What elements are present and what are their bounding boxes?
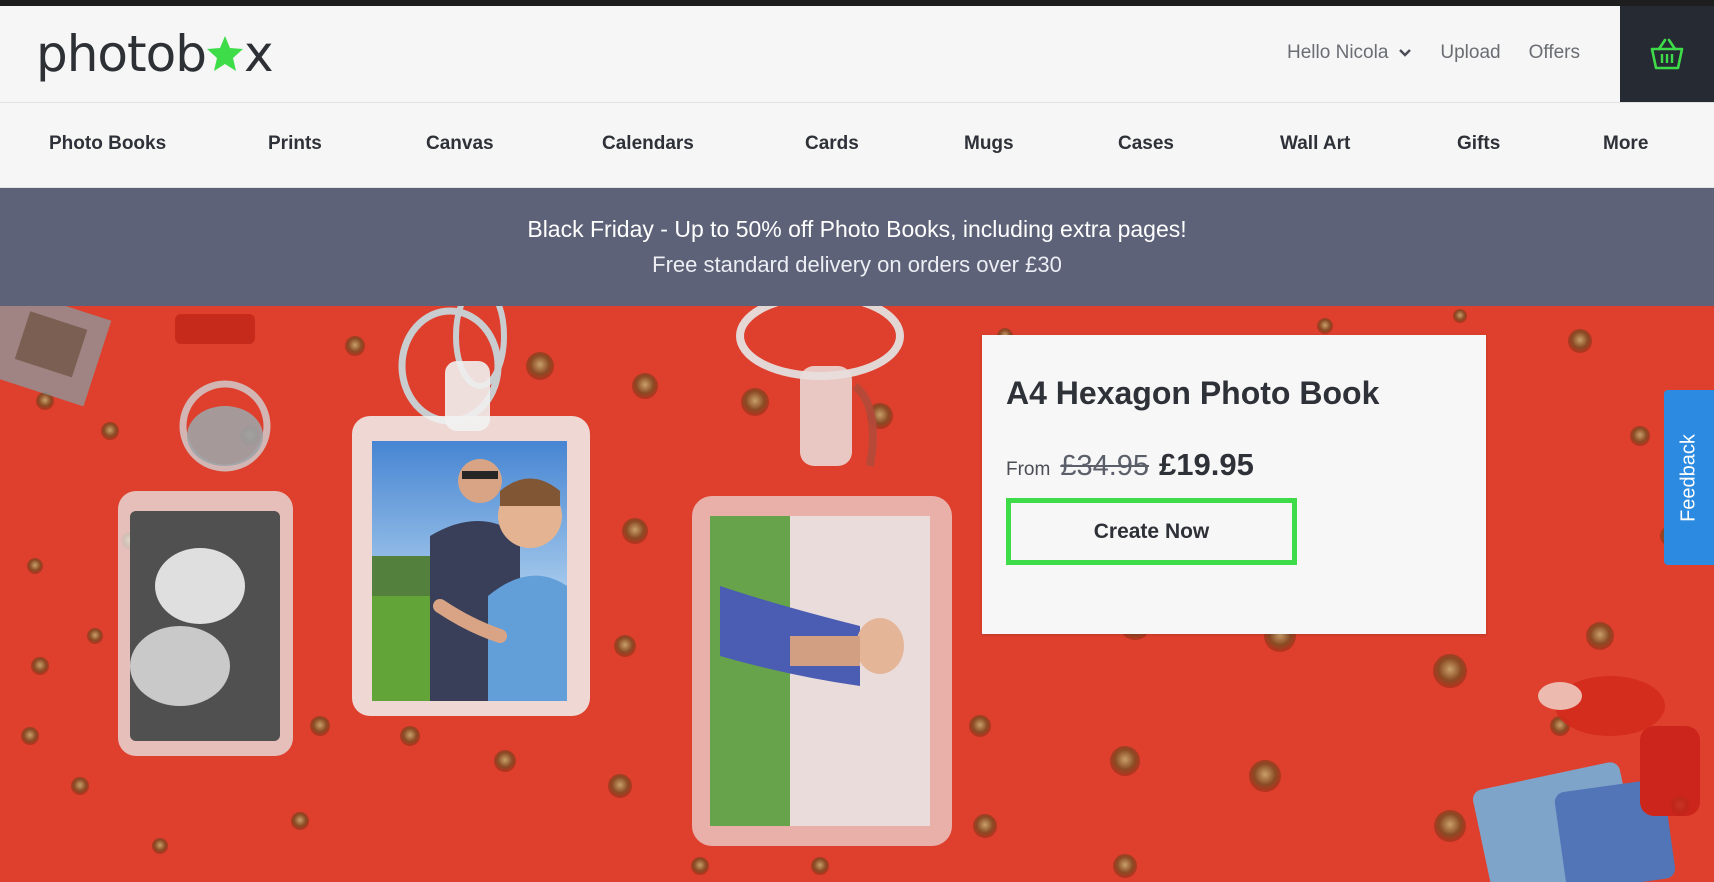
create-now-button[interactable]: Create Now [1006,498,1297,565]
nav-cases[interactable]: Cases [1118,133,1174,155]
product-card: A4 Hexagon Photo Book From £34.95 £19.95… [982,335,1486,634]
promo-headline: Black Friday - Up to 50% off Photo Books… [527,216,1187,242]
account-nav: Hello Nicola Upload Offers [1287,42,1580,64]
upload-link[interactable]: Upload [1440,42,1500,64]
nav-canvas[interactable]: Canvas [426,133,494,155]
nav-gifts[interactable]: Gifts [1457,133,1500,155]
from-label: From [1006,459,1051,480]
account-menu[interactable]: Hello Nicola [1287,42,1412,64]
offers-link[interactable]: Offers [1529,42,1580,64]
photobox-logo[interactable]: photob x [36,24,274,84]
feedback-tab[interactable]: Feedback [1664,390,1714,565]
nav-wall-art[interactable]: Wall Art [1280,133,1350,155]
nav-more[interactable]: More [1603,133,1648,155]
product-title: A4 Hexagon Photo Book [1006,375,1380,411]
category-nav: Photo Books Prints Canvas Calendars Card… [0,103,1714,188]
nav-calendars[interactable]: Calendars [602,133,694,155]
nav-photo-books[interactable]: Photo Books [49,133,166,155]
promo-banner[interactable]: Black Friday - Up to 50% off Photo Books… [0,188,1714,306]
price-row: From £34.95 £19.95 [1006,447,1254,483]
nav-mugs[interactable]: Mugs [964,133,1014,155]
nav-prints[interactable]: Prints [268,133,322,155]
star-icon [205,32,245,76]
sale-price: £19.95 [1159,447,1254,482]
chevron-down-icon [1398,48,1412,58]
page: photob x Hello Nicola Upload Offers Phot… [0,0,1714,882]
site-header: photob x Hello Nicola Upload Offers [0,6,1714,103]
logo-text-start: photob [36,25,207,83]
greeting-label: Hello Nicola [1287,42,1389,63]
nav-cards[interactable]: Cards [805,133,859,155]
old-price: £34.95 [1060,450,1150,482]
logo-text-end: x [243,25,274,83]
basket-icon [1650,38,1684,70]
feedback-label: Feedback [1677,433,1700,522]
basket-button[interactable] [1620,6,1714,102]
promo-subline: Free standard delivery on orders over £3… [652,252,1062,277]
